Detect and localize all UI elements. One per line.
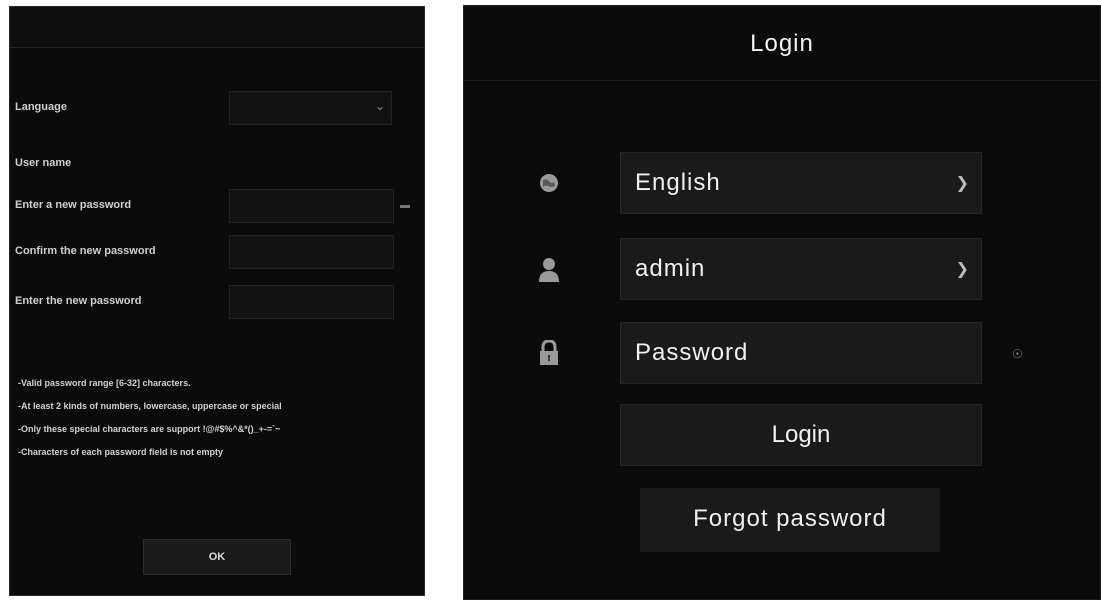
password-rules: -Valid password range [6-32] characters.… [18,372,423,464]
chevron-down-icon: ❯ [955,261,969,278]
user-icon [534,254,564,284]
forgot-password-button[interactable]: Forgot password [640,488,940,552]
password-placeholder: Password [635,339,749,366]
username-value: admin [635,255,706,282]
confirm-password-field[interactable] [229,235,394,269]
lock-icon [534,338,564,368]
chevron-down-icon: ⌄ [374,99,385,113]
password-setup-dialog: Language ⌄ User name Enter a new passwor… [9,6,425,596]
chevron-down-icon: ❯ [955,175,969,192]
dialog-header [10,7,424,48]
language-value: English [635,169,721,196]
rule-text: -Only these special characters are suppo… [18,424,281,434]
language-label: Language [15,101,67,113]
username-row: User name [10,147,426,183]
username-select[interactable]: admin ❯ [620,238,982,300]
enter-password-again-label: Enter the new password [15,295,142,307]
password-input[interactable]: Password [620,322,982,384]
eye-icon[interactable]: ▬ [400,200,410,211]
language-select[interactable]: English ❯ [620,152,982,214]
new-password-label: Enter a new password [15,199,132,211]
enter-password-again-field[interactable] [229,285,394,319]
globe-icon [534,168,564,198]
eye-icon[interactable]: ☉ [1012,347,1023,361]
enter-password-again-row: Enter the new password [10,285,426,321]
page-title: Login [750,30,814,57]
language-row: Language ⌄ [10,91,426,127]
login-dialog: Login English ❯ admin ❯ Password ☉ Login… [463,5,1101,600]
new-password-row: Enter a new password ▬ [10,189,426,225]
username-label: User name [15,157,72,169]
ok-button[interactable]: OK [143,539,291,575]
confirm-password-row: Confirm the new password [10,235,426,271]
language-select[interactable]: ⌄ [229,91,392,125]
rule-text: -Valid password range [6-32] characters. [18,378,191,388]
rule-text: -At least 2 kinds of numbers, lowercase,… [18,401,282,411]
login-button[interactable]: Login [620,404,982,466]
rule-text: -Characters of each password field is no… [18,447,224,457]
new-password-field[interactable] [229,189,394,223]
confirm-password-label: Confirm the new password [15,245,156,257]
dialog-header: Login [464,6,1100,81]
